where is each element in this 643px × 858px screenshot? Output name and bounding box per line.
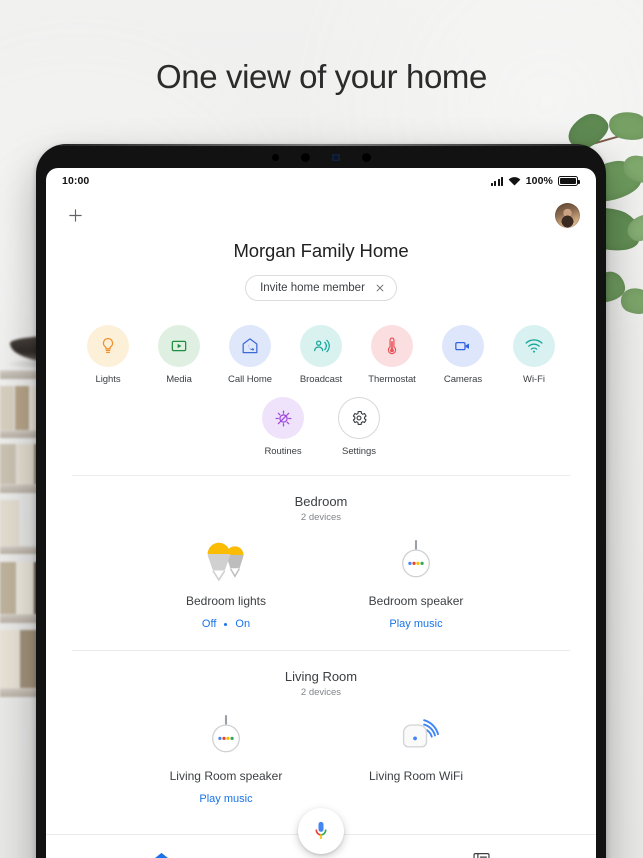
- room-section-living-room: Living Room 2 devices Living Room speake…: [46, 651, 596, 805]
- shortcut-thermostat[interactable]: Thermostat: [366, 325, 418, 385]
- shortcut-call-home[interactable]: Call Home: [224, 325, 276, 385]
- plus-icon: [68, 208, 82, 222]
- thermostat-icon: [387, 337, 397, 355]
- shortcut-label: Settings: [342, 446, 376, 457]
- google-assistant-mic-icon: [315, 821, 327, 840]
- shortcut-label: Thermostat: [368, 374, 416, 385]
- shortcut-label: Broadcast: [299, 374, 343, 385]
- device-action-off[interactable]: Off: [202, 618, 216, 630]
- invite-home-member-chip[interactable]: Invite home member: [245, 275, 397, 301]
- device-action-on[interactable]: On: [235, 618, 250, 630]
- device-name: Living Room speaker: [169, 769, 283, 783]
- device-action-play-music[interactable]: Play music: [389, 618, 442, 630]
- device-bedroom-lights[interactable]: Bedroom lights Off On: [162, 539, 290, 630]
- front-camera-icon: [331, 154, 340, 161]
- status-time: 10:00: [62, 175, 90, 187]
- device-living-room-speaker[interactable]: Living Room speaker Play music: [162, 714, 290, 805]
- nest-wifi-point-icon: [402, 719, 440, 748]
- tablet-screen: 10:00 100% Morgan Family Home Invite hom…: [46, 168, 596, 858]
- google-home-mini-icon: [402, 540, 430, 578]
- home-icon: [154, 852, 168, 858]
- close-icon[interactable]: [375, 283, 385, 293]
- shortcut-label: Routines: [264, 446, 302, 457]
- wifi-signal-icon: [525, 339, 543, 353]
- tablet-device: 10:00 100% Morgan Family Home Invite hom…: [36, 144, 606, 858]
- add-device-button[interactable]: [62, 202, 88, 228]
- nav-item-feed[interactable]: [366, 850, 596, 858]
- shortcuts-row-primary: Lights Media Call Home Broadcast Thermos…: [46, 325, 596, 385]
- room-section-bedroom: Bedroom 2 devices Bedroom lights Off On …: [46, 476, 596, 630]
- room-name: Living Room: [284, 669, 358, 684]
- shortcut-label: Cameras: [443, 374, 483, 385]
- shortcut-broadcast[interactable]: Broadcast: [295, 325, 347, 385]
- shortcut-label: Call Home: [228, 374, 272, 385]
- shortcut-lights[interactable]: Lights: [82, 325, 134, 385]
- room-device-count: 2 devices: [300, 512, 342, 523]
- device-name: Bedroom lights: [185, 594, 267, 608]
- device-name: Bedroom speaker: [368, 594, 464, 608]
- assistant-mic-button[interactable]: [298, 808, 344, 854]
- nav-item-home[interactable]: [46, 850, 276, 858]
- media-play-icon: [171, 340, 187, 352]
- shortcut-label: Lights: [95, 374, 121, 385]
- device-name: Living Room WiFi: [368, 769, 464, 783]
- device-living-room-wifi[interactable]: Living Room WiFi: [352, 714, 480, 805]
- room-device-count: 2 devices: [300, 687, 342, 698]
- shortcut-label: Wi-Fi: [523, 374, 545, 385]
- action-separator-dot: [224, 622, 228, 626]
- front-sensor-array: [36, 153, 606, 162]
- gear-icon: [352, 410, 367, 426]
- app-header: [46, 194, 596, 236]
- wifi-icon: [508, 177, 521, 186]
- page-title: Morgan Family Home: [233, 240, 409, 261]
- battery-percent-label: 100%: [525, 175, 553, 187]
- shortcut-label: Media: [166, 374, 192, 385]
- status-bar: 10:00 100%: [46, 168, 596, 194]
- room-name: Bedroom: [294, 494, 348, 509]
- device-action-play-music[interactable]: Play music: [199, 793, 252, 805]
- camera-icon: [455, 342, 469, 351]
- cellular-signal-icon: [491, 176, 503, 186]
- page-headline: One view of your home: [156, 58, 487, 95]
- scene: One view of your home 10:00 100% Morgan …: [0, 0, 643, 858]
- shortcut-cameras[interactable]: Cameras: [437, 325, 489, 385]
- shortcuts-row-secondary: Routines Settings: [46, 397, 596, 457]
- broadcast-icon: [314, 339, 330, 353]
- device-bedroom-speaker[interactable]: Bedroom speaker Play music: [352, 539, 480, 630]
- invite-chip-label: Invite home member: [260, 282, 365, 294]
- shortcut-routines[interactable]: Routines: [257, 397, 309, 457]
- shortcut-settings[interactable]: Settings: [333, 397, 385, 457]
- routines-icon: [274, 409, 292, 427]
- google-home-mini-icon: [212, 715, 240, 753]
- shortcut-wifi[interactable]: Wi-Fi: [508, 325, 560, 385]
- call-home-icon: [242, 338, 258, 354]
- account-avatar[interactable]: [555, 202, 580, 228]
- battery-full-icon: [558, 176, 581, 186]
- feed-layers-icon: [472, 853, 490, 858]
- lightbulb-icon: [102, 338, 114, 353]
- two-lightbulbs-icon: [207, 542, 244, 582]
- shortcut-media[interactable]: Media: [153, 325, 205, 385]
